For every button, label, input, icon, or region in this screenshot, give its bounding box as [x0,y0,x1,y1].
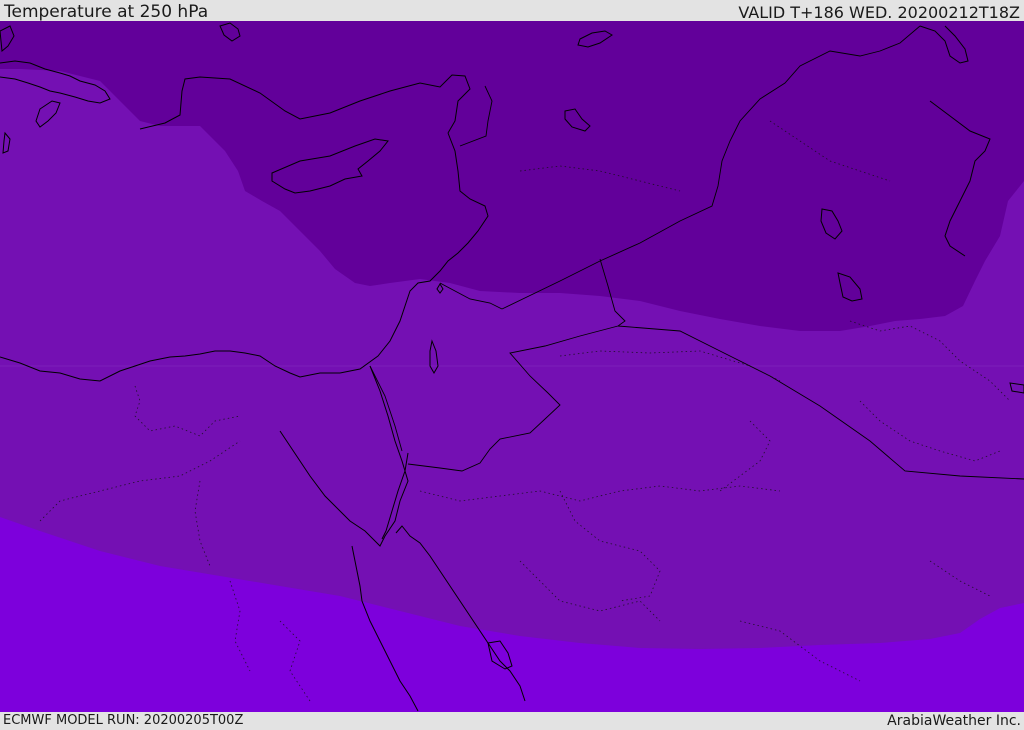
footer-bar: ECMWF MODEL RUN: 20200205T00Z ArabiaWeat… [0,712,1024,729]
valid-time: VALID T+186 WED. 20200212T18Z [738,3,1020,22]
temperature-map [0,21,1024,712]
header-bar: Temperature at 250 hPa VALID T+186 WED. … [0,0,1024,21]
map-title: Temperature at 250 hPa [4,2,209,22]
credit-label: ArabiaWeather Inc. [887,713,1021,729]
model-run-label: ECMWF MODEL RUN: 20200205T00Z [3,713,244,728]
map-panel [0,21,1024,712]
